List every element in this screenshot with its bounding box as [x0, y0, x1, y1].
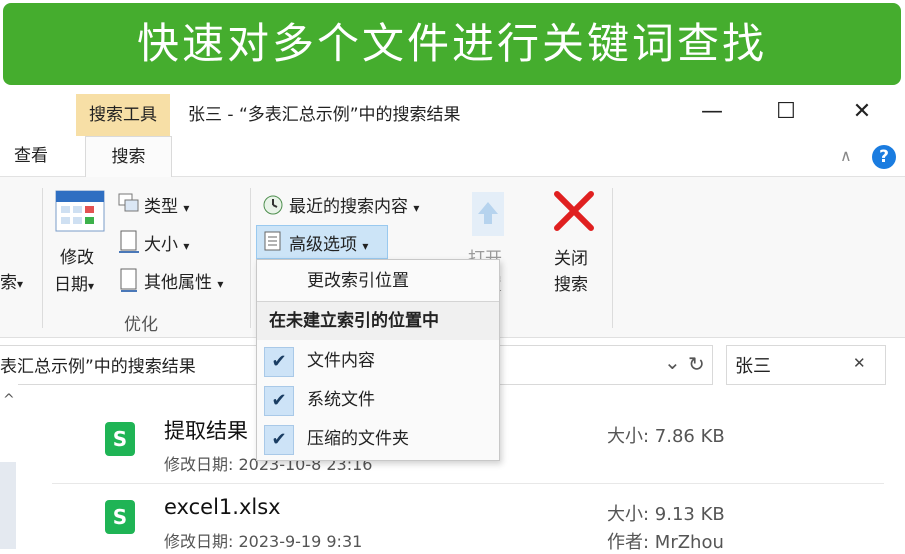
- row-divider: [52, 483, 884, 484]
- address-path: 表汇总示例”中的搜索结果: [0, 357, 196, 377]
- recent-searches-dropdown[interactable]: 最近的搜索内容 ▾: [289, 192, 419, 217]
- advanced-options-menu: 更改索引位置 在未建立索引的位置中 文件内容 ✔ 系统文件 ✔ 压缩的文件夹 ✔: [256, 259, 500, 461]
- recent-searches-icon: [262, 194, 284, 216]
- file-name: 提取结果: [164, 419, 248, 443]
- ribbon-divider: [612, 188, 613, 328]
- date-modified-button[interactable]: 日期▾: [54, 270, 94, 295]
- open-location-icon: [470, 190, 506, 238]
- ribbon-divider: [250, 188, 251, 328]
- search-input-value: 张三: [735, 356, 771, 377]
- type-icon: [118, 193, 140, 213]
- address-history-icon[interactable]: ⌄: [664, 350, 681, 374]
- check-icon[interactable]: ✔: [264, 425, 294, 455]
- maximize-button[interactable]: ☐: [764, 96, 808, 128]
- file-modified: 修改日期: 2023-9-19 9:31: [164, 532, 363, 551]
- check-icon[interactable]: ✔: [264, 347, 294, 377]
- help-icon[interactable]: ?: [872, 145, 896, 169]
- title-banner: 快速对多个文件进行关键词查找: [3, 3, 901, 85]
- menu-section-header: 在未建立索引的位置中: [257, 302, 499, 340]
- advanced-options-label: 高级选项 ▾: [289, 235, 369, 255]
- search-scope-label[interactable]: 索▾: [0, 268, 23, 293]
- close-window-button[interactable]: ✕: [840, 96, 884, 128]
- clear-search-icon[interactable]: ✕: [853, 354, 866, 372]
- properties-icon: [120, 268, 138, 292]
- tab-view[interactable]: 查看: [0, 136, 62, 176]
- file-size: 大小: 9.13 KB: [607, 504, 725, 525]
- close-search-line1: 关闭: [554, 249, 588, 269]
- collapse-icon[interactable]: ^: [3, 392, 15, 408]
- close-search-button[interactable]: 搜索: [554, 270, 588, 295]
- window-title: 张三 - “多表汇总示例”中的搜索结果: [188, 105, 461, 125]
- file-author: 作者: MrZhou: [607, 532, 724, 553]
- refine-group-label: 优化: [124, 315, 158, 335]
- document-icon: [264, 231, 282, 251]
- change-index-menu-item[interactable]: 更改索引位置: [257, 262, 499, 300]
- collapse-ribbon-icon[interactable]: ∧: [840, 146, 852, 165]
- spreadsheet-file-icon: S: [105, 500, 135, 534]
- check-icon[interactable]: ✔: [264, 386, 294, 416]
- size-dropdown[interactable]: 大小 ▾: [144, 230, 189, 255]
- tab-search[interactable]: 搜索: [85, 136, 172, 178]
- minimize-button[interactable]: —: [690, 96, 734, 128]
- other-properties-dropdown[interactable]: 其他属性 ▾: [144, 268, 223, 293]
- file-size: 大小: 7.86 KB: [607, 426, 725, 447]
- navigation-pane-scrollbar[interactable]: [0, 462, 16, 549]
- size-icon: [118, 230, 140, 254]
- close-search-icon: [553, 190, 595, 232]
- spreadsheet-file-icon: S: [105, 422, 135, 456]
- file-name: excel1.xlsx: [164, 495, 281, 519]
- calendar-icon: [55, 190, 105, 232]
- ribbon-divider: [42, 188, 43, 328]
- type-dropdown[interactable]: 类型 ▾: [144, 192, 189, 217]
- refresh-icon[interactable]: ↻: [688, 352, 705, 376]
- search-tools-context-tab[interactable]: 搜索工具: [76, 94, 170, 136]
- date-modified-line1[interactable]: 修改: [60, 243, 94, 268]
